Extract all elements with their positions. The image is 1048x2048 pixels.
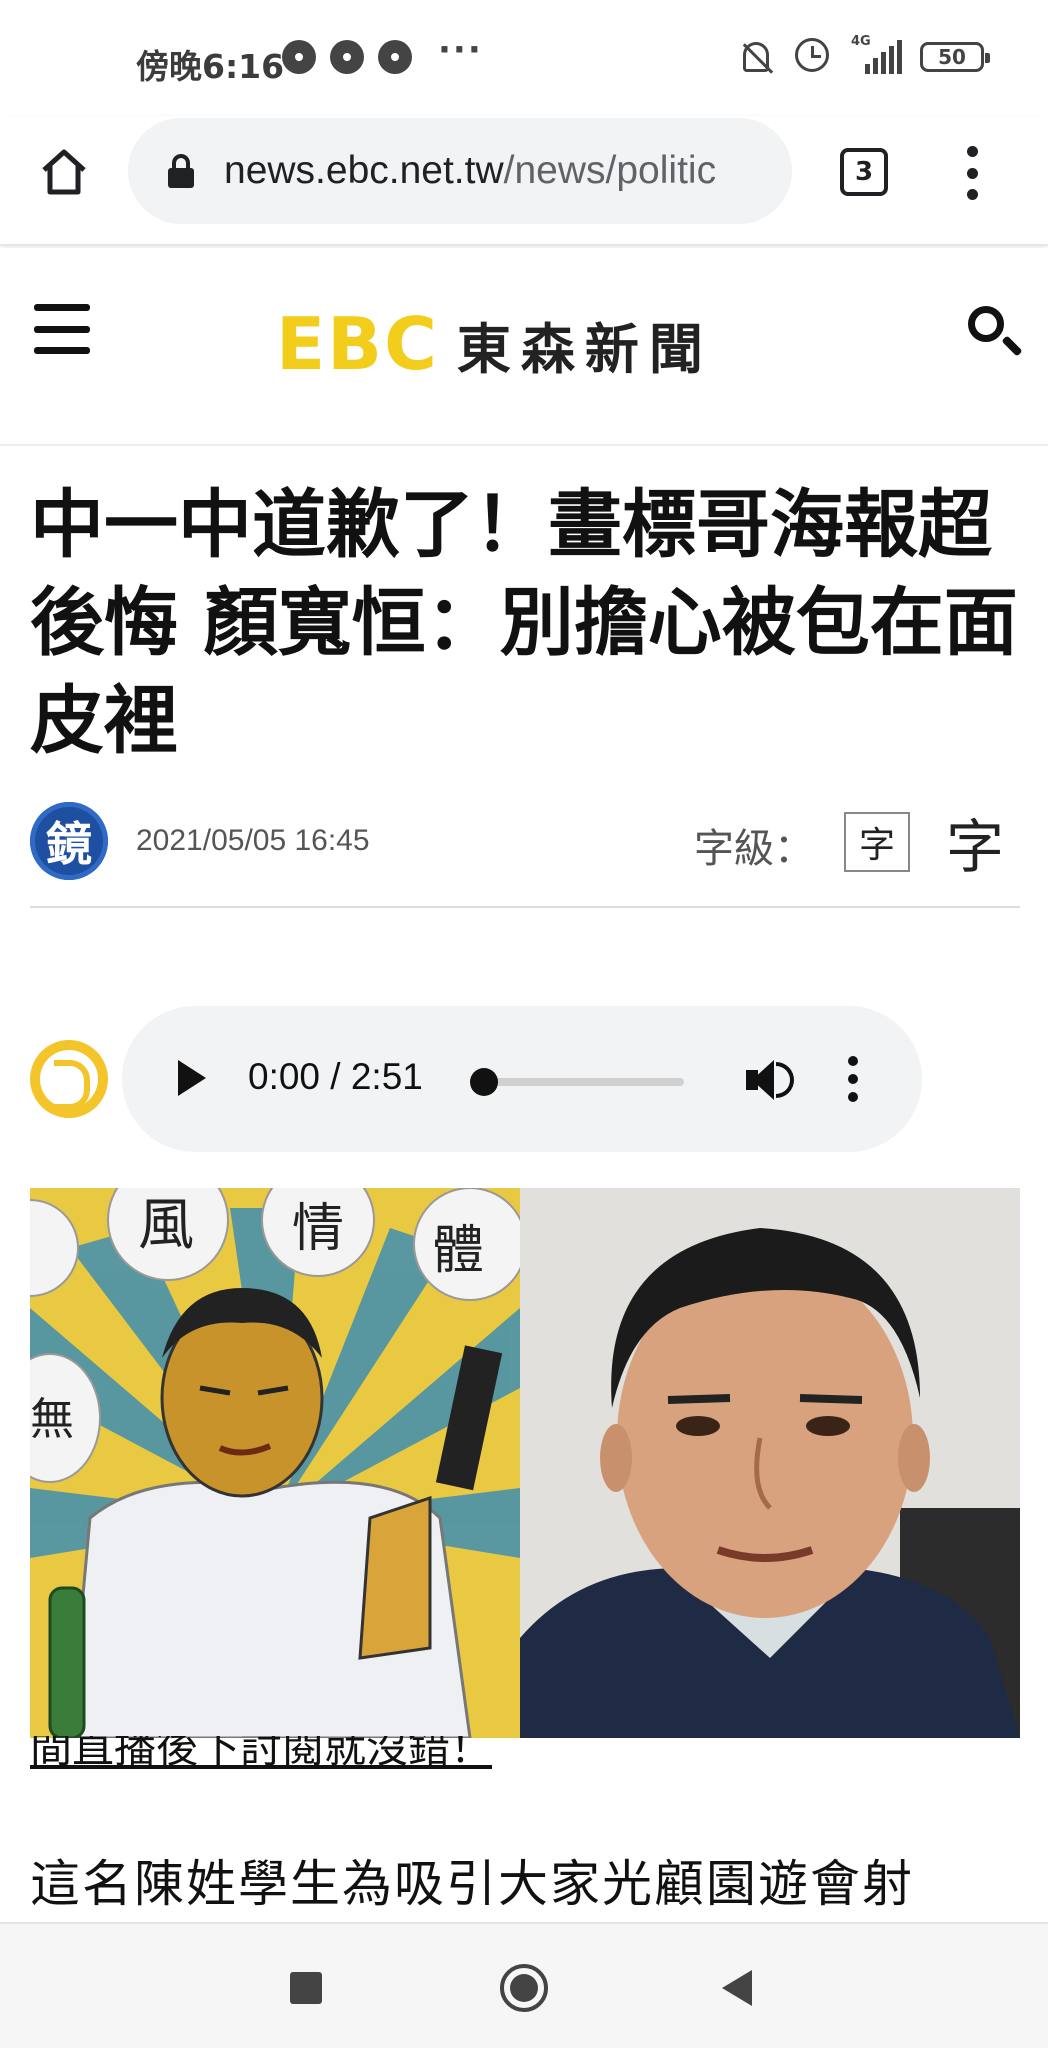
audio-time: 0:00 / 2:51 [248, 1056, 423, 1097]
search-button[interactable] [966, 304, 1026, 364]
browser-toolbar: news.ebc.net.tw/news/politic 3 [0, 116, 1048, 246]
url-host: news.ebc.net.tw [224, 149, 504, 192]
home-button[interactable] [36, 144, 92, 200]
font-size-small-button[interactable]: 字 [844, 812, 910, 872]
article-date: 2021/05/05 16:45 [136, 824, 370, 857]
text-to-speech-icon[interactable] [30, 1040, 108, 1118]
chrome-icon [378, 40, 412, 74]
seek-thumb[interactable] [470, 1068, 498, 1096]
lock-icon [168, 154, 194, 188]
poster-char: 無 [30, 1394, 74, 1445]
player-more-button[interactable] [848, 1056, 860, 1102]
article-body: 這名陳姓學生為吸引大家光顧園遊會射 [30, 1855, 914, 1913]
status-bar: 傍晚6:16 ··· 4G 50 [0, 0, 1048, 116]
signal-icon: 4G [851, 34, 902, 74]
font-size-large-button[interactable]: 字 [946, 800, 1004, 884]
bell-off-icon [739, 38, 777, 76]
volume-wave-icon [776, 1062, 794, 1098]
font-size-label: 字級： [694, 826, 814, 872]
nav-home-button[interactable] [500, 1964, 548, 2012]
site-logo[interactable]: EBC 東森新聞 [276, 302, 713, 386]
poster-char: 情 [292, 1199, 344, 1259]
site-header: EBC 東森新聞 [0, 248, 1048, 444]
hamburger-menu-button[interactable] [34, 304, 90, 354]
network-label: 4G [851, 34, 871, 49]
back-button[interactable] [722, 1970, 752, 2006]
logo-chinese: 東森新聞 [456, 317, 713, 381]
seek-bar[interactable] [474, 1078, 684, 1086]
url-path: /news/politic [503, 149, 717, 192]
article: 中一中道歉了！畫標哥海報超後悔 顏寬恒：別擔心被包在面皮裡 鏡 2021/05/… [0, 444, 1048, 1922]
status-time: 傍晚6:16 [136, 47, 285, 86]
system-nav-bar [0, 1922, 1048, 2048]
logo-ebc: EBC [276, 302, 439, 386]
battery-icon: 50 [920, 42, 990, 72]
related-link[interactable]: 間直播後下討閱就沒錯！ [30, 1736, 492, 1776]
more-notifications-icon: ··· [438, 30, 483, 70]
system-icons: 4G 50 [739, 34, 990, 76]
home-icon [42, 149, 86, 195]
browser-menu-button[interactable] [962, 146, 982, 200]
url-text[interactable]: news.ebc.net.tw/news/politic [224, 149, 716, 193]
chrome-icon [330, 40, 364, 74]
audio-player: 0:00 / 2:51 [122, 1006, 922, 1152]
address-bar[interactable]: news.ebc.net.tw/news/politic [128, 118, 792, 224]
alarm-icon [795, 38, 833, 76]
poster-illustration: 風 情 體 無 [30, 1188, 520, 1738]
divider [30, 906, 1020, 908]
source-logo: 鏡 [30, 802, 108, 880]
article-meta: 鏡 2021/05/05 16:45 字級： 字 字 [30, 802, 1020, 888]
play-button[interactable] [178, 1060, 206, 1096]
notification-icons: ··· [282, 30, 483, 74]
article-photo: 風 情 體 無 [30, 1188, 1020, 1738]
article-title: 中一中道歉了！畫標哥海報超後悔 顏寬恒：別擔心被包在面皮裡 [30, 482, 1018, 764]
poster-char: 體 [432, 1221, 484, 1281]
person-photo [520, 1188, 1020, 1738]
tab-switcher-button[interactable]: 3 [840, 148, 888, 196]
poster-char: 風 [138, 1193, 194, 1258]
recents-button[interactable] [290, 1972, 322, 2004]
chrome-icon [282, 40, 316, 74]
